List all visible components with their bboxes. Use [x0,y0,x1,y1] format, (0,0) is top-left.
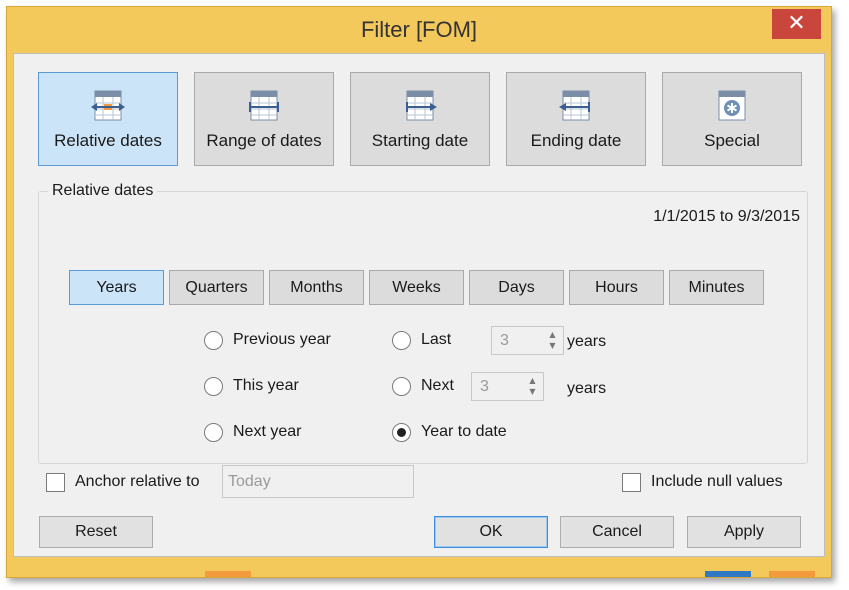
next-unit-label: years [567,380,607,397]
ok-button[interactable]: OK [434,516,548,548]
radio-year-to-date[interactable] [392,422,411,442]
spin-down-icon[interactable]: ▼ [524,386,541,397]
background-accent [705,571,751,577]
unit-weeks[interactable]: Weeks [369,270,464,305]
filter-dialog: Filter [FOM] ✕ Relative dates Range of d… [6,6,832,578]
radio-label: Year to date [421,423,507,440]
unit-minutes[interactable]: Minutes [669,270,764,305]
unit-months[interactable]: Months [269,270,364,305]
starting-date-icon [406,90,437,121]
radio-label: Last [421,331,452,348]
option-next-n[interactable]: Next [392,374,454,398]
special-icon [718,90,746,121]
range-of-dates-icon [249,90,279,121]
tab-special[interactable]: Special [662,72,802,166]
tab-ending-date[interactable]: Ending date [506,72,646,166]
option-previous-year[interactable]: Previous year [204,328,331,352]
radio-label: Next year [233,423,302,440]
group-label: Relative dates [48,182,158,200]
stepper-value: 3 [480,378,489,395]
tab-label: Ending date [530,131,622,150]
radio-label: Next [421,377,454,394]
last-count-stepper[interactable]: 3 ▲ ▼ [491,326,564,355]
window-title: Filter [FOM] [360,17,478,42]
radio-next[interactable] [392,376,411,396]
unit-hours[interactable]: Hours [569,270,664,305]
radio-next-year[interactable] [204,422,223,442]
anchor-relative-option[interactable]: Anchor relative to [46,470,200,494]
reset-button[interactable]: Reset [39,516,153,548]
tab-label: Special [704,131,760,150]
anchor-date-field[interactable]: Today [222,465,414,498]
unit-days[interactable]: Days [469,270,564,305]
tab-label: Relative dates [54,131,162,150]
close-icon: ✕ [787,11,806,36]
spin-down-icon[interactable]: ▼ [544,340,561,351]
stepper-arrows[interactable]: ▲ ▼ [524,375,541,398]
background-accent [205,571,251,577]
next-count-stepper[interactable]: 3 ▲ ▼ [471,372,544,401]
close-button[interactable]: ✕ [772,9,821,39]
unit-quarters[interactable]: Quarters [169,270,264,305]
include-null-label: Include null values [651,473,783,490]
radio-label: This year [233,377,299,394]
spin-up-icon[interactable]: ▲ [524,375,541,386]
option-this-year[interactable]: This year [204,374,299,398]
date-range-summary: 1/1/2015 to 9/3/2015 [653,208,800,225]
tab-label: Range of dates [206,131,322,150]
option-next-year[interactable]: Next year [204,420,301,444]
anchor-label: Anchor relative to [75,473,200,490]
option-last-n[interactable]: Last [392,328,451,352]
last-unit-label: years [567,333,607,350]
option-year-to-date[interactable]: Year to date [392,420,507,444]
stepper-value: 3 [500,332,509,349]
include-null-checkbox[interactable] [622,472,641,492]
tab-label: Starting date [371,131,469,150]
spin-up-icon[interactable]: ▲ [544,329,561,340]
apply-button[interactable]: Apply [687,516,801,548]
radio-last[interactable] [392,330,411,350]
stepper-arrows[interactable]: ▲ ▼ [544,329,561,352]
relative-dates-icon [91,90,125,121]
tab-range-of-dates[interactable]: Range of dates [194,72,334,166]
anchor-checkbox[interactable] [46,472,65,492]
ending-date-icon [559,90,590,121]
title-bar[interactable]: Filter [FOM] ✕ [7,7,831,53]
background-accent [769,571,815,577]
dialog-client-area: Relative dates Range of dates Starting d… [13,53,825,557]
radio-previous-year[interactable] [204,330,223,350]
radio-label: Previous year [233,331,331,348]
unit-years[interactable]: Years [69,270,164,305]
radio-this-year[interactable] [204,376,223,396]
include-null-option[interactable]: Include null values [622,470,783,494]
tab-relative-dates[interactable]: Relative dates [38,72,178,166]
tab-starting-date[interactable]: Starting date [350,72,490,166]
cancel-button[interactable]: Cancel [560,516,674,548]
